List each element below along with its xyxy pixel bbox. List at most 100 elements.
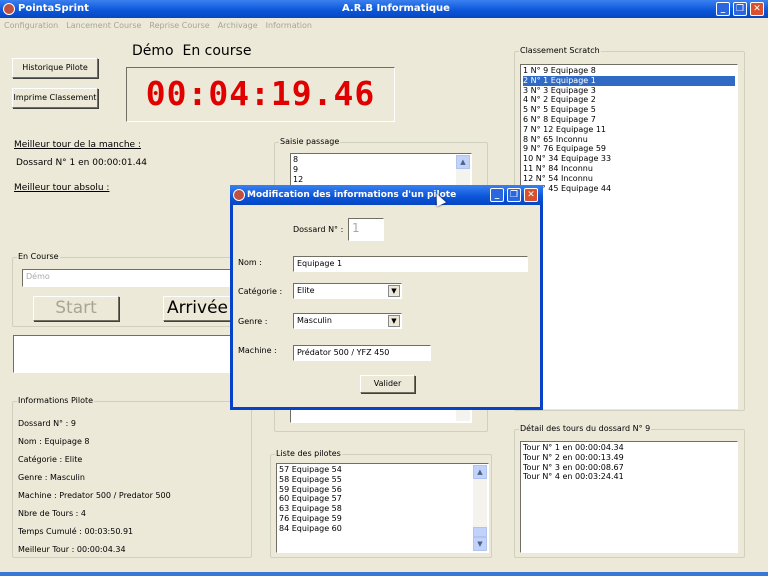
info-categorie: Catégorie : Elite: [18, 455, 83, 464]
dialog-close-button[interactable]: ✕: [524, 188, 538, 202]
info-meilleur-tour: Meilleur Tour : 00:00:04.34: [18, 545, 126, 554]
imprime-classement-button[interactable]: Imprime Classement: [12, 88, 98, 108]
classement-list[interactable]: 1 N° 9 Equipage 82 N° 1 Equipage 13 N° 3…: [520, 64, 738, 409]
info-nbre-tours: Nbre de Tours : 4: [18, 509, 87, 518]
dialog-title-bar: Modification des informations d'un pilot…: [230, 185, 543, 205]
dialog-minimize-button[interactable]: _: [490, 188, 504, 202]
list-item[interactable]: 8 N° 65 Inconnu: [523, 135, 735, 145]
menu-archivage[interactable]: Archivage: [214, 18, 262, 33]
timer-box: 00:04:19.46: [126, 67, 395, 122]
start-button[interactable]: Start: [33, 296, 119, 321]
close-button[interactable]: ✕: [750, 2, 764, 16]
chevron-down-icon[interactable]: ▼: [388, 315, 400, 327]
list-item[interactable]: 2 N° 1 Equipage 1: [523, 75, 735, 86]
list-item[interactable]: 5 N° 5 Equipage 5: [523, 105, 735, 115]
menu-bar: Configuration Lancement Course Reprise Cou…: [0, 18, 768, 33]
machine-input[interactable]: Prédator 500 / YFZ 450: [293, 345, 431, 361]
chevron-down-icon[interactable]: ▼: [388, 285, 400, 297]
list-item[interactable]: 9: [293, 165, 469, 175]
list-item[interactable]: 9 N° 76 Equipage 59: [523, 144, 735, 154]
list-item[interactable]: Tour N° 2 en 00:00:13.49: [523, 453, 735, 463]
dossard-input[interactable]: 1: [348, 218, 384, 241]
scroll-up-icon[interactable]: ▲: [473, 465, 487, 479]
scroll-up-icon[interactable]: ▲: [456, 155, 470, 169]
categorie-label: Catégorie :: [238, 287, 283, 296]
list-item[interactable]: 13 N° 45 Equipage 44: [523, 184, 735, 194]
liste-pilotes-group: Liste des pilotes 57 Equipage 54 58 Equi…: [270, 449, 492, 558]
taskbar-edge: [0, 572, 768, 576]
list-item[interactable]: 7 N° 12 Equipage 11: [523, 125, 735, 135]
minimize-button[interactable]: _: [716, 2, 730, 16]
menu-information[interactable]: Information: [262, 18, 316, 33]
best-lap-manche-label: Meilleur tour de la manche :: [14, 140, 141, 150]
dialog-title: Modification des informations d'un pilot…: [247, 190, 457, 200]
race-status: Démo En course: [132, 43, 252, 59]
historique-pilote-button[interactable]: Historique Pilote: [12, 58, 98, 78]
info-machine: Machine : Predator 500 / Predator 500: [18, 491, 171, 500]
title-bar: PointaSprint A.R.B Informatique _ ❐ ✕: [0, 0, 768, 18]
menu-configuration[interactable]: Configuration: [0, 18, 62, 33]
valider-button[interactable]: Valider: [360, 375, 415, 393]
liste-pilotes-list[interactable]: 57 Equipage 54 58 Equipage 55 59 Equipag…: [276, 463, 489, 553]
info-temps-cumule: Temps Cumulé : 00:03:50.91: [18, 527, 134, 536]
classement-scratch-legend: Classement Scratch: [519, 46, 601, 55]
list-item[interactable]: 12: [293, 175, 469, 185]
list-item[interactable]: 3 N° 3 Equipage 3: [523, 86, 735, 96]
saisie-passage-legend: Saisie passage: [279, 137, 341, 146]
company-title: A.R.B Informatique: [342, 3, 450, 14]
list-item[interactable]: 84 Equipage 60: [279, 524, 486, 534]
best-lap-absolu-label: Meilleur tour absolu :: [14, 183, 110, 193]
info-nom: Nom : Equipage 8: [18, 437, 90, 446]
timer-display: 00:04:19.46: [145, 74, 376, 113]
message-box[interactable]: [13, 335, 253, 373]
list-item[interactable]: Tour N° 1 en 00:00:04.34: [523, 443, 735, 453]
scroll-down-icon[interactable]: ▼: [473, 537, 487, 551]
categorie-value: Elite: [297, 286, 315, 295]
list-item[interactable]: Tour N° 4 en 00:03:24.41: [523, 472, 735, 482]
list-item[interactable]: Tour N° 3 en 00:00:08.67: [523, 463, 735, 473]
menu-lancement-course[interactable]: Lancement Course: [62, 18, 145, 33]
best-lap-manche-value: Dossard N° 1 en 00:00:01.44: [16, 158, 147, 168]
app-icon: [3, 3, 15, 15]
genre-label: Genre :: [238, 317, 268, 326]
list-item[interactable]: 63 Equipage 58: [279, 504, 486, 514]
maximize-button[interactable]: ❐: [733, 2, 747, 16]
detail-tours-list[interactable]: Tour N° 1 en 00:00:04.34 Tour N° 2 en 00…: [520, 441, 738, 553]
list-item[interactable]: 6 N° 8 Equipage 7: [523, 115, 735, 125]
informations-pilote-legend: Informations Pilote: [17, 396, 95, 405]
info-genre: Genre : Masculin: [18, 473, 85, 482]
classement-scratch-group: Classement Scratch 1 N° 9 Equipage 82 N°…: [514, 46, 745, 411]
list-item[interactable]: 57 Equipage 54: [279, 465, 486, 475]
detail-tours-legend: Détail des tours du dossard N° 9: [519, 424, 652, 433]
dossard-label: Dossard N° :: [293, 225, 344, 234]
list-item[interactable]: 12 N° 54 Inconnu: [523, 174, 735, 184]
nom-label: Nom :: [238, 258, 262, 267]
nom-input[interactable]: Equipage 1: [293, 256, 528, 272]
list-item[interactable]: 58 Equipage 55: [279, 475, 486, 485]
genre-select[interactable]: Masculin ▼: [293, 313, 402, 329]
informations-pilote-group: Informations Pilote Dossard N° : 9 Nom :…: [12, 396, 252, 558]
list-item[interactable]: 59 Equipage 56: [279, 485, 486, 495]
scroll-thumb[interactable]: [473, 527, 487, 537]
en-course-group: En Course Démo Start Arrivée: [12, 252, 262, 327]
categorie-select[interactable]: Elite ▼: [293, 283, 402, 299]
menu-reprise-course[interactable]: Reprise Course: [145, 18, 213, 33]
list-item[interactable]: 76 Equipage 59: [279, 514, 486, 524]
list-item[interactable]: 11 N° 84 Inconnu: [523, 164, 735, 174]
genre-value: Masculin: [297, 316, 332, 325]
list-item[interactable]: 60 Equipage 57: [279, 494, 486, 504]
list-item[interactable]: 1 N° 9 Equipage 8: [523, 66, 735, 76]
window-title: PointaSprint: [18, 3, 89, 14]
dialog-maximize-button[interactable]: ❐: [507, 188, 521, 202]
machine-label: Machine :: [238, 346, 277, 355]
liste-pilotes-legend: Liste des pilotes: [275, 449, 342, 458]
list-item[interactable]: 10 N° 34 Equipage 33: [523, 154, 735, 164]
dialog-app-icon: [233, 189, 245, 201]
scrollbar[interactable]: ▲ ▼: [473, 465, 487, 551]
detail-tours-group: Détail des tours du dossard N° 9 Tour N°…: [514, 424, 745, 558]
race-name-input[interactable]: Démo: [22, 269, 257, 287]
list-item[interactable]: 4 N° 2 Equipage 2: [523, 95, 735, 105]
en-course-legend: En Course: [17, 252, 60, 261]
modification-dialog: Modification des informations d'un pilot…: [230, 185, 543, 410]
list-item[interactable]: 8: [293, 155, 469, 165]
